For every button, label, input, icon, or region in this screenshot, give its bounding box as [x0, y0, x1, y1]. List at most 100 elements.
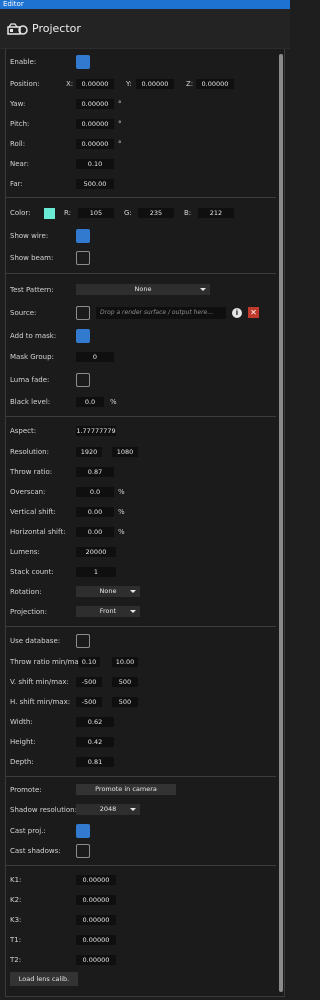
aspect-label: Aspect:: [10, 427, 37, 435]
pitch-unit: °: [118, 120, 122, 128]
color-b-field[interactable]: 212: [198, 208, 234, 218]
k3-label: K3:: [10, 916, 22, 924]
color-b-label: B:: [184, 209, 192, 217]
width-label: Width:: [10, 718, 33, 726]
t2-label: T2:: [10, 956, 22, 964]
show-wire-label: Show wire:: [10, 232, 49, 240]
add-to-mask-checkbox[interactable]: [76, 329, 90, 343]
v-shift-minmax-label: V. shift min/max:: [10, 678, 69, 686]
test-pattern-dropdown[interactable]: None: [76, 284, 210, 295]
projection-dropdown[interactable]: Front: [76, 606, 140, 617]
cast-proj-checkbox[interactable]: [76, 824, 90, 838]
near-field[interactable]: 0.10: [76, 159, 114, 169]
overscan-field[interactable]: 0.0: [76, 487, 114, 497]
k1-field[interactable]: 0.00000: [76, 875, 116, 885]
roll-label: Roll:: [10, 140, 26, 148]
throw-ratio-max-field[interactable]: 10.00: [112, 657, 138, 667]
height-field[interactable]: 0.42: [76, 737, 114, 747]
position-x-label: X:: [66, 80, 74, 88]
source-label: Source:: [10, 309, 37, 317]
aspect-field[interactable]: 1.77777779: [76, 426, 116, 436]
yaw-field[interactable]: 0.00000: [76, 99, 114, 109]
color-r-field[interactable]: 105: [78, 208, 114, 218]
info-icon[interactable]: i: [232, 308, 242, 318]
resolution-height-field[interactable]: 1080: [112, 447, 138, 457]
shadow-resolution-value: 2048: [99, 805, 117, 813]
source-drop-field[interactable]: Drop a render surface / output here...: [96, 307, 226, 319]
vertical-shift-field[interactable]: 0.00: [76, 507, 114, 517]
scrollbar-thumb[interactable]: [279, 54, 283, 992]
stack-count-label: Stack count:: [10, 568, 54, 576]
t1-field[interactable]: 0.00000: [76, 935, 116, 945]
overscan-unit: %: [118, 488, 125, 496]
show-wire-checkbox[interactable]: [76, 229, 90, 243]
position-y-field[interactable]: 0.00000: [136, 79, 174, 89]
yaw-unit: °: [118, 100, 122, 108]
v-shift-max-field[interactable]: 500: [112, 677, 138, 687]
h-shift-min-field[interactable]: -500: [76, 697, 102, 707]
position-z-label: Z:: [186, 80, 194, 88]
h-shift-minmax-label: H. shift min/max:: [10, 698, 71, 706]
h-shift-max-field[interactable]: 500: [112, 697, 138, 707]
enable-label: Enable:: [10, 58, 37, 66]
throw-ratio-field[interactable]: 0.87: [76, 467, 114, 477]
position-x-field[interactable]: 0.00000: [76, 79, 114, 89]
clear-source-button[interactable]: ✕: [248, 307, 259, 318]
use-database-checkbox[interactable]: [76, 634, 90, 648]
throw-ratio-label: Throw ratio:: [10, 468, 53, 476]
pitch-field[interactable]: 0.00000: [76, 119, 114, 129]
black-level-unit: %: [110, 398, 117, 406]
luma-fade-checkbox[interactable]: [76, 373, 90, 387]
section-divider: [6, 626, 276, 627]
show-beam-checkbox[interactable]: [76, 251, 90, 265]
stack-count-field[interactable]: 1: [76, 567, 116, 577]
chevron-down-icon: [130, 610, 136, 613]
rotation-dropdown[interactable]: None: [76, 586, 140, 597]
mask-group-field[interactable]: 0: [76, 352, 114, 362]
luma-fade-label: Luma fade:: [10, 376, 50, 384]
shadow-resolution-dropdown[interactable]: 2048: [76, 804, 140, 815]
width-field[interactable]: 0.62: [76, 717, 114, 727]
position-y-label: Y:: [126, 80, 132, 88]
enable-checkbox[interactable]: [76, 55, 90, 69]
depth-field[interactable]: 0.81: [76, 757, 114, 767]
color-swatch[interactable]: [44, 208, 55, 219]
position-z-field[interactable]: 0.00000: [196, 79, 234, 89]
k3-field[interactable]: 0.00000: [76, 915, 116, 925]
k1-label: K1:: [10, 876, 22, 884]
k2-field[interactable]: 0.00000: [76, 895, 116, 905]
mask-group-label: Mask Group:: [10, 353, 54, 361]
color-r-label: R:: [64, 209, 72, 217]
cast-shadows-label: Cast shadows:: [10, 847, 61, 855]
overscan-label: Overscan:: [10, 488, 46, 496]
far-field[interactable]: 500.00: [76, 179, 114, 189]
use-database-label: Use database:: [10, 637, 61, 645]
load-lens-calib-button[interactable]: Load lens calib.: [10, 972, 78, 986]
throw-ratio-min-field[interactable]: 0.10: [78, 657, 100, 667]
t2-field[interactable]: 0.00000: [76, 955, 116, 965]
projection-value: Front: [99, 607, 117, 615]
shadow-resolution-label: Shadow resolution:: [10, 806, 77, 814]
roll-field[interactable]: 0.00000: [76, 139, 114, 149]
color-label: Color:: [10, 209, 31, 217]
color-g-field[interactable]: 235: [138, 208, 174, 218]
cast-shadows-checkbox[interactable]: [76, 844, 90, 858]
chevron-down-icon: [130, 808, 136, 811]
black-level-label: Black level:: [10, 398, 51, 406]
resolution-label: Resolution:: [10, 448, 49, 456]
lumens-field[interactable]: 20000: [76, 547, 116, 557]
throw-ratio-minmax-label: Throw ratio min/max:: [10, 658, 86, 666]
depth-label: Depth:: [10, 758, 34, 766]
horizontal-shift-field[interactable]: 0.00: [76, 527, 114, 537]
vertical-shift-label: Vertical shift:: [10, 508, 56, 516]
rotation-label: Rotation:: [10, 588, 42, 596]
horizontal-shift-label: Horizontal shift:: [10, 528, 66, 536]
black-level-field[interactable]: 0.0: [76, 397, 104, 407]
resolution-width-field[interactable]: 1920: [76, 447, 102, 457]
v-shift-min-field[interactable]: -500: [76, 677, 102, 687]
promote-in-camera-button[interactable]: Promote in camera: [76, 784, 176, 795]
add-to-mask-label: Add to mask:: [10, 332, 57, 340]
t1-label: T1:: [10, 936, 22, 944]
cast-proj-label: Cast proj.:: [10, 827, 46, 835]
source-checkbox[interactable]: [76, 306, 90, 320]
